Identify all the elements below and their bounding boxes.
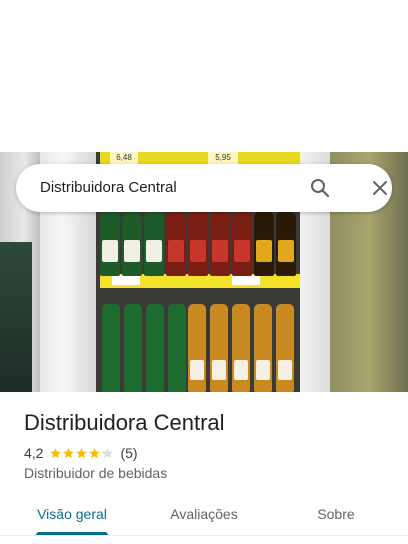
photo-bottle: [276, 304, 294, 392]
photo-bottle: [168, 304, 186, 392]
photo-shelf-tag: [112, 275, 140, 285]
photo-left-fridge: [0, 242, 32, 392]
photo-bottle-label: [278, 240, 294, 262]
tab-about[interactable]: Sobre: [300, 496, 372, 534]
photo-bottle: [122, 212, 142, 276]
photo-bottle-label: [234, 240, 250, 262]
photo-price-tag: 5,95: [208, 152, 238, 164]
photo-bottle-label: [212, 360, 226, 380]
star-icon: [89, 447, 101, 458]
map-blank-area: [0, 0, 408, 152]
photo-bottle: [102, 304, 120, 392]
photo-bottle: [146, 304, 164, 392]
photo-shelf-tag: [232, 275, 260, 285]
star-icon: [50, 447, 62, 458]
photo-bottle-label: [190, 360, 204, 380]
rating-value: 4,2: [24, 445, 44, 461]
place-category[interactable]: Distribuidor de bebidas: [24, 465, 167, 481]
photo-bottle: [144, 212, 164, 276]
photo-bottle: [188, 304, 206, 392]
photo-bottle-label: [234, 360, 248, 380]
search-input[interactable]: Distribuidora Central: [40, 179, 177, 196]
photo-bottle-label: [146, 240, 162, 262]
photo-bottle-label: [124, 240, 140, 262]
tab-overview[interactable]: Visão geral: [24, 496, 120, 534]
photo-bottle: [232, 212, 252, 276]
photo-bottle: [254, 212, 274, 276]
photo-bottle: [276, 212, 296, 276]
photo-bottle: [124, 304, 142, 392]
photo-bottle-label: [102, 240, 118, 262]
photo-bottle-label: [212, 240, 228, 262]
photo-bottle: [232, 304, 250, 392]
star-icon: [63, 447, 75, 458]
photo-bottle: [254, 304, 272, 392]
photo-bottle: [210, 212, 230, 276]
photo-bottle-label: [256, 360, 270, 380]
close-icon[interactable]: [368, 176, 392, 200]
rating-stars: [49, 447, 114, 460]
star-icon: [102, 447, 114, 458]
photo-bottle-label: [168, 240, 184, 262]
photo-price-tag: 6,48: [110, 152, 138, 164]
search-bar[interactable]: Distribuidora Central: [16, 164, 392, 212]
photo-bottle: [188, 212, 208, 276]
search-icon[interactable]: [308, 176, 332, 200]
photo-bottle: [100, 212, 120, 276]
photo-bottle-label: [126, 360, 140, 380]
place-tabs: Visão geral Avaliações Sobre: [0, 496, 408, 536]
place-title: Distribuidora Central: [24, 410, 225, 435]
tab-reviews[interactable]: Avaliações: [156, 496, 252, 534]
photo-bottle-label: [104, 360, 118, 380]
photo-bottle-label: [190, 240, 206, 262]
photo-bottle: [210, 304, 228, 392]
star-icon: [76, 447, 88, 458]
photo-bottle-label: [278, 360, 292, 380]
review-count[interactable]: (5): [120, 445, 137, 461]
photo-bottle-label: [170, 360, 184, 380]
photo-bottle-label: [148, 360, 162, 380]
photo-bottle: [166, 212, 186, 276]
active-tab-indicator: [36, 532, 108, 535]
rating-row[interactable]: 4,2 (5): [24, 444, 138, 462]
photo-bottle-label: [256, 240, 272, 262]
